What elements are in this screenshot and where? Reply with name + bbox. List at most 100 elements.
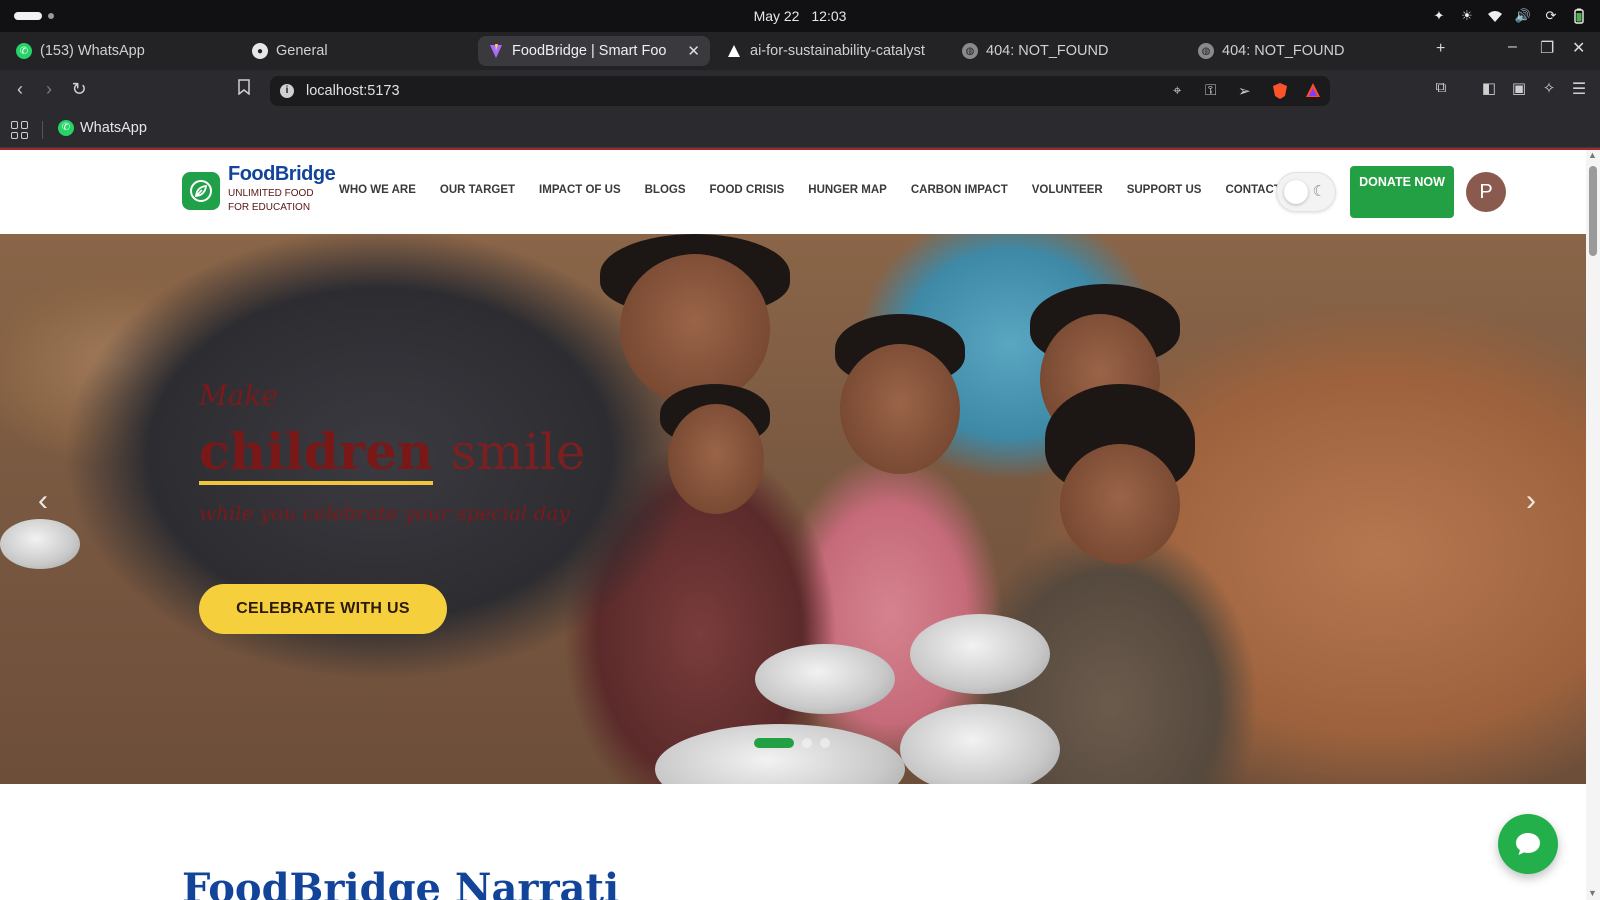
apps-grid-icon[interactable] — [11, 121, 29, 139]
hero-headline-rest: smile — [450, 423, 586, 481]
brand-name[interactable]: FoodBridge — [228, 163, 336, 186]
bookmark-icon[interactable] — [233, 79, 255, 100]
hero-photo-bowl — [755, 644, 895, 714]
nav-blogs[interactable]: BLOGS — [645, 184, 686, 196]
site-info-icon[interactable]: i — [280, 84, 294, 98]
nav-support-us[interactable]: SUPPORT US — [1127, 184, 1202, 196]
nav-carbon-impact[interactable]: CARBON IMPACT — [911, 184, 1008, 196]
nav-food-crisis[interactable]: FOOD CRISIS — [710, 184, 785, 196]
leo-ai-icon[interactable]: ✧ — [1538, 79, 1560, 97]
hero-photo-bowl — [900, 704, 1060, 784]
send-icon[interactable]: ➢ — [1238, 82, 1251, 100]
volume-icon[interactable]: 🔊 — [1514, 7, 1532, 25]
tab-foodbridge[interactable]: FoodBridge | Smart Foo ✕ — [478, 36, 710, 66]
globe-icon: ◍ — [1198, 43, 1214, 59]
scrollbar-thumb[interactable] — [1589, 166, 1597, 256]
sync-icon[interactable]: ⟳ — [1542, 7, 1560, 25]
tab-label: FoodBridge | Smart Foo — [512, 43, 667, 59]
whatsapp-icon: ✆ — [16, 43, 32, 59]
nav-volunteer[interactable]: VOLUNTEER — [1032, 184, 1103, 196]
minimize-icon[interactable]: – — [1508, 38, 1517, 56]
tab-404-b[interactable]: ◍ 404: NOT_FOUND — [1188, 36, 1420, 66]
hero-headline: children smile — [199, 422, 586, 485]
leaf-logo-icon[interactable] — [182, 172, 220, 210]
tab-label: (153) WhatsApp — [40, 43, 145, 59]
whatsapp-icon: ✆ — [58, 120, 74, 136]
hero-photo-child-face — [1060, 444, 1180, 564]
battery-icon[interactable] — [1570, 7, 1588, 25]
bookmarks-separator — [42, 121, 43, 139]
reload-icon[interactable]: ↻ — [68, 79, 90, 100]
vite-icon — [488, 43, 504, 59]
browser-toolbar: ‹ › ↻ i localhost:5173 ⌖ ⚿ ➢ ⧉ ◧ ▣ ✧ ☰ — [0, 70, 1600, 112]
hero-photo-child-face — [840, 344, 960, 474]
tab-label: ai-for-sustainability-catalyst — [750, 43, 925, 59]
location-icon[interactable]: ⌖ — [1173, 82, 1181, 99]
scroll-down-icon[interactable]: ▼ — [1588, 888, 1597, 898]
main-navigation: WHO WE ARE OUR TARGET IMPACT OF US BLOGS… — [339, 184, 1300, 196]
tab-vercel-project[interactable]: ai-for-sustainability-catalyst — [716, 36, 948, 66]
donate-now-button[interactable]: DONATE NOW — [1350, 166, 1454, 218]
tab-label: 404: NOT_FOUND — [986, 43, 1109, 59]
tab-whatsapp[interactable]: ✆ (153) WhatsApp — [6, 36, 238, 66]
carousel-dot-3[interactable] — [820, 738, 830, 748]
screenshot-icon[interactable]: ⧉ — [1430, 79, 1452, 96]
hero-text-block: Make children smile while you celebrate … — [199, 379, 585, 525]
carousel-dot-2[interactable] — [802, 738, 812, 748]
celebrate-with-us-button[interactable]: CELEBRATE WITH US — [199, 584, 447, 634]
carousel-prev-icon[interactable]: ‹ — [38, 484, 48, 518]
brand-tagline: UNLIMITED FOOD FOR EDUCATION — [228, 188, 314, 213]
brave-shield-icon[interactable] — [1272, 82, 1288, 104]
nav-hunger-map[interactable]: HUNGER MAP — [808, 184, 887, 196]
bookmark-whatsapp[interactable]: ✆ WhatsApp — [58, 120, 147, 136]
hero-subtitle: while you celebrate your special day — [199, 501, 570, 525]
brightness-icon[interactable]: ☀ — [1458, 7, 1476, 25]
hero-kicker: Make — [199, 379, 278, 412]
tab-404-a[interactable]: ◍ 404: NOT_FOUND — [952, 36, 1184, 66]
wifi-icon[interactable] — [1486, 7, 1504, 25]
scroll-up-icon[interactable]: ▲ — [1588, 150, 1597, 160]
tab-label: General — [276, 43, 328, 59]
accessibility-icon[interactable]: ✦ — [1430, 7, 1448, 25]
hero-photo-bowl — [910, 614, 1050, 694]
wallet-icon[interactable]: ▣ — [1508, 79, 1530, 97]
hero-photo-plate — [0, 519, 80, 569]
forward-icon[interactable]: › — [38, 79, 60, 100]
sidebar-icon[interactable]: ◧ — [1478, 79, 1500, 97]
carousel-next-icon[interactable]: › — [1526, 484, 1536, 518]
chat-button[interactable] — [1498, 814, 1558, 874]
tab-github-general[interactable]: ● General — [242, 36, 474, 66]
system-tray[interactable]: ✦ ☀ 🔊 ⟳ — [1430, 7, 1588, 25]
close-window-icon[interactable]: ✕ — [1572, 38, 1585, 58]
restore-icon[interactable]: ❐ — [1540, 38, 1554, 58]
system-clock[interactable]: May 22 12:03 — [0, 8, 1600, 24]
carousel-dot-1[interactable] — [754, 738, 794, 748]
clock-date: May 22 — [753, 8, 800, 24]
toggle-knob — [1284, 180, 1308, 204]
address-bar[interactable]: i localhost:5173 ⌖ ⚿ ➢ — [270, 76, 1330, 106]
nav-who-we-are[interactable]: WHO WE ARE — [339, 184, 416, 196]
hero-carousel: Make children smile while you celebrate … — [0, 234, 1586, 784]
carousel-indicators — [754, 738, 830, 748]
brave-rewards-icon[interactable] — [1305, 82, 1321, 102]
hero-headline-highlight: children — [199, 422, 434, 485]
clock-time: 12:03 — [811, 8, 847, 24]
new-tab-button[interactable]: + — [1436, 40, 1445, 58]
vercel-icon — [726, 43, 742, 59]
tab-label: 404: NOT_FOUND — [1222, 43, 1345, 59]
dark-mode-toggle[interactable]: ☾ — [1276, 172, 1336, 212]
key-icon[interactable]: ⚿ — [1205, 82, 1216, 99]
tab-strip: ✆ (153) WhatsApp ● General FoodBridge | … — [0, 32, 1600, 70]
hero-photo-child-face — [668, 404, 764, 514]
nav-our-target[interactable]: OUR TARGET — [440, 184, 515, 196]
back-icon[interactable]: ‹ — [9, 79, 31, 100]
close-tab-icon[interactable]: ✕ — [679, 42, 700, 60]
moon-icon: ☾ — [1312, 183, 1326, 200]
web-page: FoodBridge UNLIMITED FOOD FOR EDUCATION … — [0, 148, 1600, 900]
page-scrollbar[interactable]: ▲ ▼ — [1586, 150, 1600, 900]
user-avatar[interactable]: P — [1466, 172, 1506, 212]
menu-icon[interactable]: ☰ — [1568, 79, 1590, 99]
os-top-bar: May 22 12:03 ✦ ☀ 🔊 ⟳ — [0, 0, 1600, 32]
nav-impact-of-us[interactable]: IMPACT OF US — [539, 184, 621, 196]
globe-icon: ◍ — [962, 43, 978, 59]
